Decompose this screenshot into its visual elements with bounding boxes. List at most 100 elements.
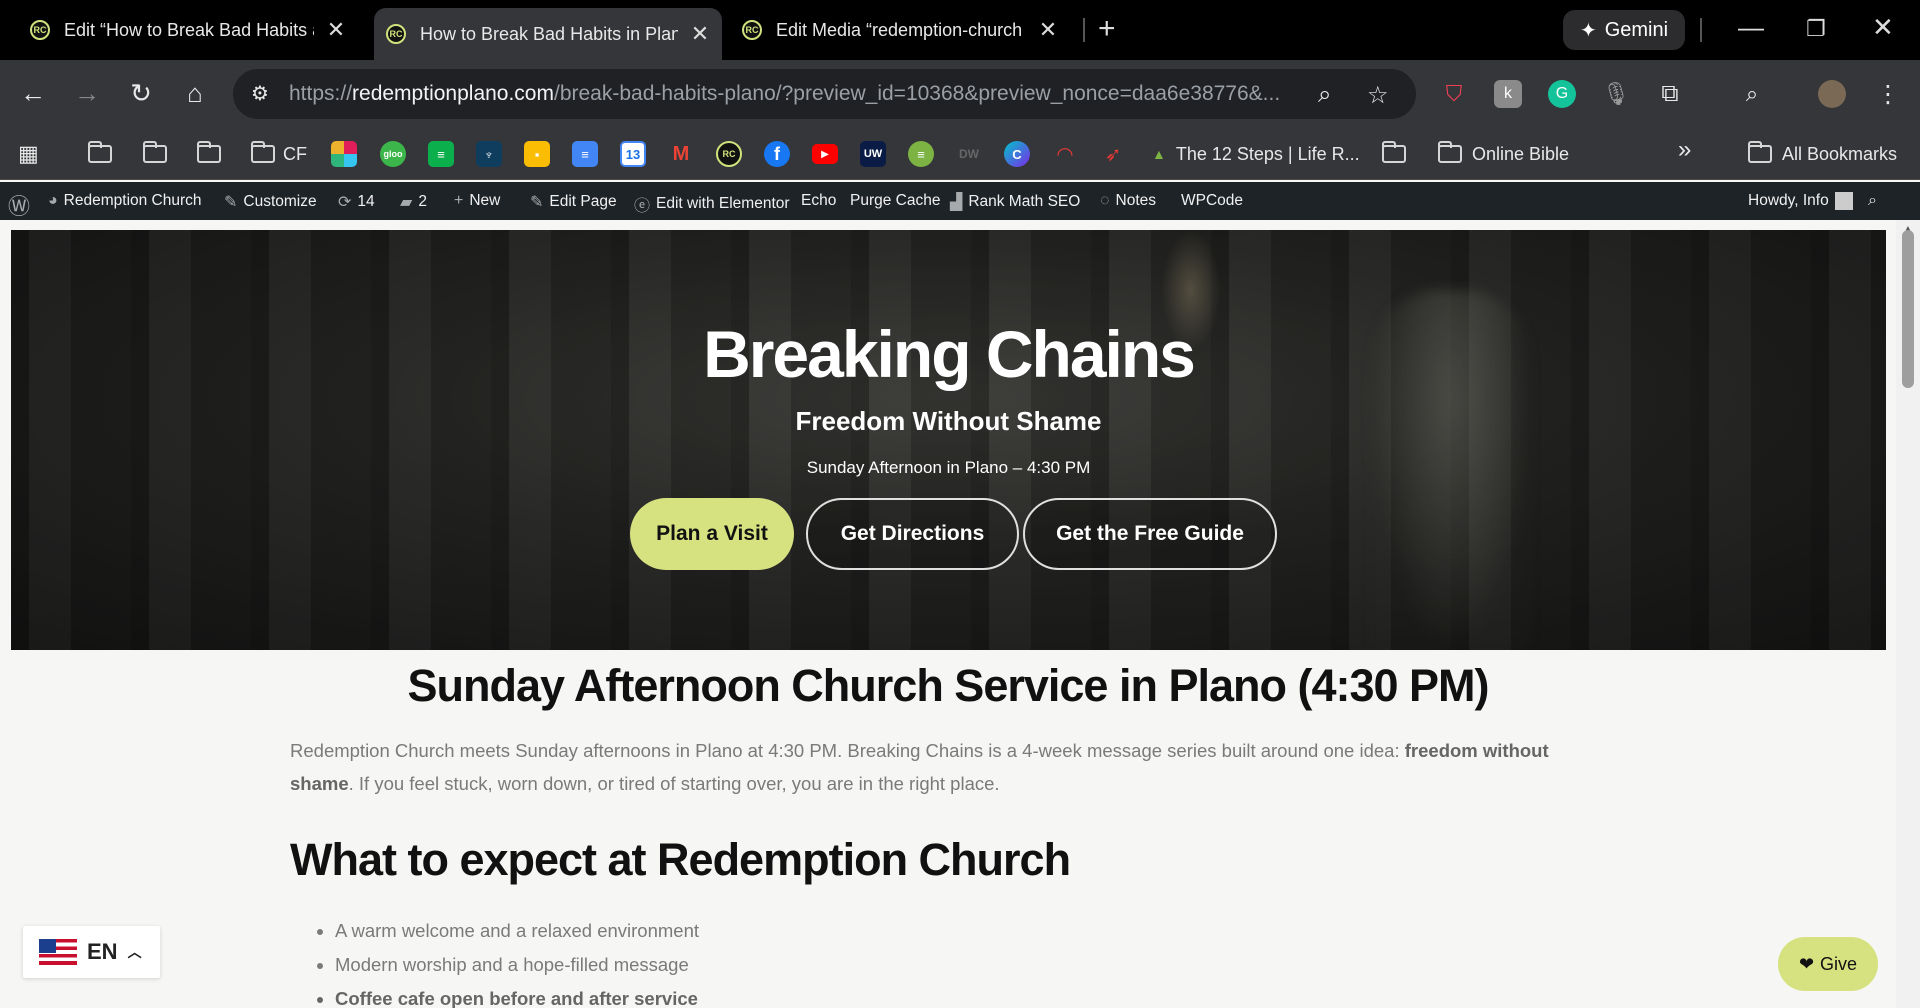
tree-icon: ♆ bbox=[476, 141, 502, 167]
plan-a-visit-button[interactable]: Plan a Visit bbox=[630, 498, 794, 570]
home-icon[interactable]: ⌂ bbox=[178, 78, 212, 109]
close-tab-icon[interactable]: ✕ bbox=[690, 21, 710, 47]
list-app-icon: ≡ bbox=[908, 141, 934, 167]
close-tab-icon[interactable]: ✕ bbox=[1038, 17, 1058, 43]
pencil-icon: ✎ bbox=[530, 194, 544, 211]
bookmark-gloo[interactable]: gloo bbox=[380, 140, 406, 168]
browser-toolbar: ← → ↻ ⌂ ⚙ https://redemptionplano.com/br… bbox=[0, 60, 1920, 128]
pocket-icon[interactable]: ⛉ bbox=[1440, 80, 1468, 108]
forward-icon[interactable]: → bbox=[70, 78, 104, 109]
apps-grid-icon[interactable]: ▦ bbox=[18, 140, 39, 168]
bookmark-calendar[interactable]: 13 bbox=[620, 140, 646, 168]
admin-notes[interactable]: ◌ Notes bbox=[1100, 192, 1156, 210]
back-icon[interactable]: ← bbox=[16, 78, 50, 109]
tab-search-icon[interactable]: ⌕ bbox=[1738, 80, 1766, 108]
list-item: Modern worship and a hope-filled message bbox=[335, 954, 699, 988]
bookmark-label: All Bookmarks bbox=[1782, 143, 1898, 164]
admin-wpcode[interactable]: WPCode bbox=[1181, 192, 1243, 210]
brush-icon: ✎ bbox=[224, 194, 238, 211]
bookmark-green-app[interactable]: ≡ bbox=[428, 140, 454, 168]
bookmark-folder[interactable] bbox=[197, 140, 221, 168]
bookmark-youtube[interactable]: ▶ bbox=[812, 140, 838, 168]
wordpress-logo-icon[interactable]: Ⓦ bbox=[8, 189, 30, 221]
bookmark-keep[interactable]: ▪ bbox=[524, 140, 550, 168]
profile-avatar[interactable] bbox=[1818, 80, 1846, 108]
bookmark-facebook[interactable]: f bbox=[764, 140, 790, 168]
list-item: Coffee cafe open before and after servic… bbox=[335, 988, 699, 1008]
microphone-icon[interactable]: 🎙 bbox=[1602, 80, 1630, 108]
tab-edit-post[interactable]: RC Edit “How to Break Bad Habits a ✕ bbox=[18, 8, 358, 52]
admin-howdy[interactable]: Howdy, Info bbox=[1748, 192, 1853, 210]
gemini-button[interactable]: ✦ Gemini bbox=[1563, 10, 1685, 50]
bookmark-docs[interactable]: ≡ bbox=[572, 140, 598, 168]
restore-icon[interactable]: ❐ bbox=[1806, 16, 1826, 42]
bookmark-dw[interactable]: DW bbox=[956, 140, 982, 168]
facebook-icon: f bbox=[764, 141, 790, 167]
bookmark-redemption[interactable]: RC bbox=[716, 140, 742, 168]
redemption-church-favicon-icon: RC bbox=[30, 20, 50, 40]
steps-icon: ▲ bbox=[1152, 146, 1166, 162]
new-tab-button[interactable]: + bbox=[1098, 12, 1116, 46]
admin-edit-page[interactable]: ✎ Edit Page bbox=[530, 192, 617, 212]
close-tab-icon[interactable]: ✕ bbox=[326, 17, 346, 43]
red-tool-icon: ➶ bbox=[1104, 143, 1122, 166]
us-flag-icon bbox=[39, 939, 77, 965]
admin-customize[interactable]: ✎ Customize bbox=[224, 192, 317, 212]
bookmark-sheets[interactable]: ≡ bbox=[908, 140, 934, 168]
tab-edit-media[interactable]: RC Edit Media “redemption-church ✕ bbox=[730, 8, 1070, 52]
bookmark-red-app[interactable]: ◠ bbox=[1052, 140, 1078, 168]
site-info-icon[interactable]: ⚙ bbox=[247, 81, 273, 107]
language-switcher[interactable]: EN ︿ bbox=[23, 926, 160, 978]
bookmark-uw[interactable]: UW bbox=[860, 140, 886, 168]
hero-section: Breaking Chains Freedom Without Shame Su… bbox=[11, 230, 1886, 650]
rank-math-icon: ▟ bbox=[950, 194, 963, 211]
bookmark-star-icon[interactable]: ☆ bbox=[1367, 81, 1389, 110]
admin-rank-math[interactable]: ▟ Rank Math SEO bbox=[950, 192, 1080, 212]
scrollbar-thumb[interactable] bbox=[1902, 230, 1914, 388]
bookmark-folder[interactable] bbox=[143, 140, 167, 168]
close-window-icon[interactable]: ✕ bbox=[1872, 12, 1894, 43]
more-menu-icon[interactable]: ⋮ bbox=[1874, 80, 1902, 108]
admin-site-name[interactable]: ◕ Redemption Church bbox=[48, 192, 202, 210]
bookmark-gmail[interactable]: M bbox=[668, 140, 694, 168]
admin-purge-cache[interactable]: Purge Cache bbox=[850, 192, 940, 210]
tab-title: How to Break Bad Habits in Plan bbox=[420, 23, 678, 44]
bookmark-slack[interactable] bbox=[331, 140, 357, 168]
get-free-guide-button[interactable]: Get the Free Guide bbox=[1023, 498, 1277, 570]
all-bookmarks[interactable]: All Bookmarks bbox=[1748, 140, 1897, 168]
bookmark-canva[interactable]: C bbox=[1004, 140, 1030, 168]
admin-elementor[interactable]: ⓔ Edit with Elementor bbox=[634, 192, 790, 216]
admin-updates[interactable]: ⟳ 14 bbox=[338, 192, 375, 212]
bookmark-red-tool[interactable]: ➶ bbox=[1100, 140, 1126, 168]
bookmark-folder[interactable] bbox=[88, 140, 112, 168]
bookmark-tree[interactable]: ♆ bbox=[476, 140, 502, 168]
bookmark-label: Online Bible bbox=[1472, 143, 1570, 164]
notes-icon: ◌ bbox=[1100, 192, 1110, 209]
give-button[interactable]: ❤ Give bbox=[1778, 937, 1878, 991]
zoom-icon[interactable]: ⌕ bbox=[1318, 81, 1331, 109]
bookmark-12-steps[interactable]: ▲ The 12 Steps | Life R... bbox=[1152, 140, 1360, 168]
admin-echo-label: Echo bbox=[801, 192, 837, 209]
intro-text-end: . If you feel stuck, worn down, or tired… bbox=[348, 773, 1000, 794]
admin-new[interactable]: + New bbox=[454, 192, 500, 210]
admin-rankmath-label: Rank Math SEO bbox=[968, 193, 1081, 210]
url-text[interactable]: https://redemptionplano.com/break-bad-ha… bbox=[289, 82, 1319, 106]
reload-icon[interactable]: ↻ bbox=[124, 78, 158, 109]
minimize-icon[interactable]: — bbox=[1738, 12, 1764, 43]
get-directions-button[interactable]: Get Directions bbox=[806, 498, 1019, 570]
address-bar[interactable]: ⚙ https://redemptionplano.com/break-bad-… bbox=[233, 69, 1416, 119]
tab-preview-page[interactable]: RC How to Break Bad Habits in Plan ✕ bbox=[374, 8, 722, 60]
list-item: A warm welcome and a relaxed environment bbox=[335, 920, 699, 954]
extensions-puzzle-icon[interactable]: ⧉ bbox=[1656, 80, 1684, 108]
tab-divider bbox=[1083, 18, 1085, 42]
bookmark-folder[interactable] bbox=[1382, 140, 1406, 168]
bookmark-folder-cf[interactable]: CF bbox=[251, 140, 307, 168]
grammarly-icon[interactable]: G bbox=[1548, 80, 1576, 108]
folder-icon bbox=[197, 141, 221, 163]
extension-k-icon[interactable]: k bbox=[1494, 80, 1522, 108]
bookmark-online-bible[interactable]: Online Bible bbox=[1438, 140, 1569, 168]
admin-echo[interactable]: Echo bbox=[801, 192, 836, 210]
bookmarks-overflow-icon[interactable]: » bbox=[1678, 136, 1691, 164]
admin-comments[interactable]: ▰ 2 bbox=[400, 192, 427, 212]
admin-search-icon[interactable]: ⌕ bbox=[1868, 192, 1877, 210]
